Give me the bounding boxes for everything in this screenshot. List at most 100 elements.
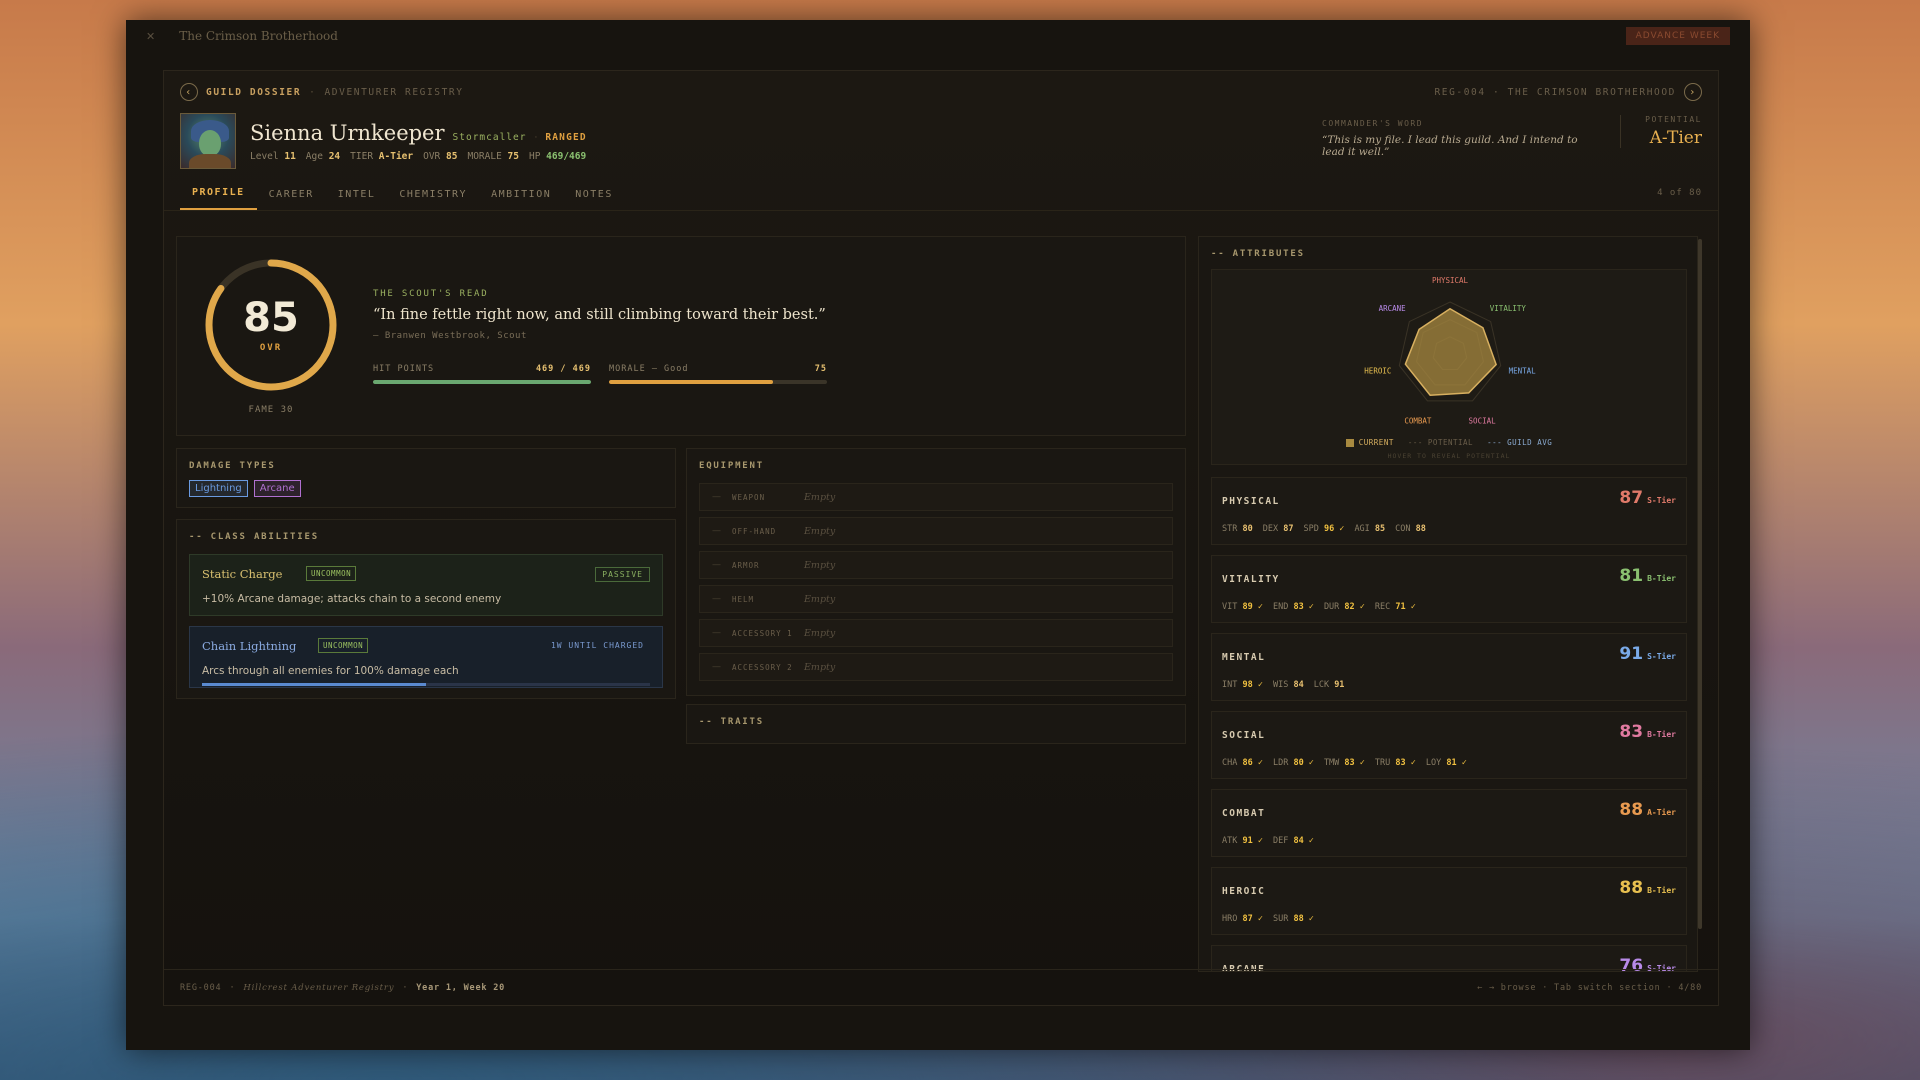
potential: POTENTIAL A-Tier — [1620, 115, 1702, 148]
attribute-radar[interactable]: PHYSICAL VITALITY MENTAL SOCIAL COMBAT HEROIC… — [1211, 269, 1687, 465]
advance-week-button[interactable]: ADVANCE WEEK — [1625, 27, 1730, 45]
footer-reg: REG-004 — [180, 982, 222, 993]
stat-con: CON 88 — [1395, 524, 1426, 534]
stat-agi: AGI 85 — [1354, 524, 1386, 534]
attribute-group-heroic[interactable]: HEROIC 88 B-Tier HRO 87 ✓ SUR 88 ✓ — [1211, 867, 1687, 935]
slot-helm[interactable]: — HELM Empty — [699, 585, 1173, 613]
slot-weapon[interactable]: — WEAPON Empty — [699, 483, 1173, 511]
group-name: HEROIC — [1222, 886, 1266, 897]
game-window: ✕ The Crimson Brotherhood ADVANCE WEEK ‹… — [126, 20, 1750, 1050]
tier-value: A-Tier — [378, 150, 414, 162]
slot-accessory-2[interactable]: — ACCESSORY 2 Empty — [699, 653, 1173, 681]
breadcrumb-separator: · — [309, 86, 317, 98]
radar-axis-label-heroic: HEROIC — [1364, 366, 1391, 375]
charge-status: 1W UNTIL CHARGED — [550, 641, 644, 650]
stat-ldr: LDR 80 ✓ — [1272, 758, 1314, 768]
attribute-group-combat[interactable]: COMBAT 88 A-Tier ATK 91 ✓ DEF 84 ✓ — [1211, 789, 1687, 857]
stat-spd: SPD 96 ✓ — [1303, 524, 1345, 534]
stat-end: END 83 ✓ — [1272, 602, 1314, 612]
group-score: 83 B-Tier — [1619, 722, 1676, 742]
scout-attribution: — Branwen Westbrook, Scout — [373, 331, 527, 341]
equipment-panel: EQUIPMENT — WEAPON Empty — OFF-HAND Empty — A… — [686, 448, 1186, 696]
attribute-group-arcane[interactable]: ARCANE 76 S-Tier — [1211, 945, 1687, 971]
footer-date: Year 1, Week 20 — [416, 982, 506, 993]
age-value: 24 — [328, 150, 341, 162]
hero-role: RANGED — [545, 131, 587, 143]
ovr-ring: 85 OVR — [203, 257, 339, 393]
damage-type-arcane: Arcane — [253, 480, 301, 497]
tab-profile[interactable]: PROFILE — [180, 187, 257, 210]
group-name: PHYSICAL — [1222, 496, 1280, 507]
hit-points-bar: HIT POINTS 469 / 469 — [373, 364, 591, 384]
hero-header: Sienna Urnkeeper Stormcaller · RANGED Le… — [164, 101, 1718, 171]
radar-legend: CURRENT --- POTENTIAL --- GUILD AVG — [1212, 438, 1686, 447]
attributes-scrollbar[interactable] — [1698, 239, 1702, 929]
footer-registry: Hillcrest Adventurer Registry — [243, 982, 395, 993]
potential-value: A-Tier — [1649, 128, 1702, 148]
fame-value: FAME 30 — [248, 405, 294, 415]
stat-dur: DUR 82 ✓ — [1323, 602, 1365, 612]
tab-intel[interactable]: INTEL — [326, 189, 388, 210]
damage-type-lightning: Lightning — [189, 480, 248, 497]
group-stats: VIT 89 ✓ END 83 ✓ DUR 82 ✓ REC 71 ✓ — [1222, 602, 1416, 612]
radar-axis-label-physical: PHYSICAL — [1432, 276, 1469, 285]
traits-panel: -- TRAITS — [686, 704, 1186, 744]
attribute-group-mental[interactable]: MENTAL 91 S-Tier INT 98 ✓ WIS 84 LCK 91 — [1211, 633, 1687, 701]
tab-career[interactable]: CAREER — [257, 189, 326, 210]
group-score: 88 A-Tier — [1619, 800, 1676, 820]
group-stats: ATK 91 ✓ DEF 84 ✓ — [1222, 836, 1314, 846]
morale-bar: MORALE — Good 75 — [609, 364, 827, 384]
slot-off-hand[interactable]: — OFF-HAND Empty — [699, 517, 1173, 545]
ability-chain-lightning[interactable]: Chain Lightning UNCOMMON 1W UNTIL CHARGE… — [189, 626, 663, 688]
tab-ambition[interactable]: AMBITION — [479, 189, 563, 210]
radar-axis-label-arcane: ARCANE — [1379, 304, 1407, 313]
attributes-panel: -- ATTRIBUTES PHYSICAL VITALITY MENTAL SOCI… — [1198, 236, 1698, 972]
hero-class: Stormcaller — [452, 131, 527, 143]
group-stats: STR 80 DEX 87 SPD 96 ✓ AGI 85 CON 88 — [1222, 524, 1426, 534]
guild-dossier-modal: ‹ GUILD DOSSIER · ADVENTURER REGISTRY RE… — [163, 70, 1719, 1006]
avatar — [180, 113, 236, 169]
commanders-word: COMMANDER'S WORD “This is my file. I lea… — [1322, 119, 1582, 158]
prev-adventurer-button[interactable]: ‹ — [180, 83, 198, 101]
stat-cha: CHA 86 ✓ — [1222, 758, 1263, 768]
group-stats: INT 98 ✓ WIS 84 LCK 91 — [1222, 680, 1344, 690]
stat-loy: LOY 81 ✓ — [1425, 758, 1467, 768]
scout-read: THE SCOUT'S READ “In fine fettle right n… — [373, 289, 853, 341]
next-adventurer-button[interactable]: › — [1684, 83, 1702, 101]
group-score: 87 S-Tier — [1619, 488, 1676, 508]
attribute-group-vitality[interactable]: VITALITY 81 B-Tier VIT 89 ✓ END 83 ✓ DUR 82 ✓… — [1211, 555, 1687, 623]
breadcrumb: ‹ GUILD DOSSIER · ADVENTURER REGISTRY RE… — [164, 71, 1718, 101]
stat-int: INT 98 ✓ — [1222, 680, 1263, 690]
footer: REG-004 · Hillcrest Adventurer Registry … — [164, 969, 1718, 1005]
keyboard-hint: ← → browse · Tab switch section · 4/80 — [1477, 982, 1702, 993]
ovr-value: 85 — [446, 150, 458, 162]
ability-static-charge[interactable]: Static Charge UNCOMMON PASSIVE +10% Arca… — [189, 554, 663, 616]
breadcrumb-main: GUILD DOSSIER — [206, 86, 302, 98]
radar-current-shape — [1404, 307, 1497, 397]
rarity-badge: UNCOMMON — [318, 638, 369, 653]
top-bar: ✕ The Crimson Brotherhood ADVANCE WEEK — [126, 20, 1750, 52]
stat-atk: ATK 91 ✓ — [1222, 836, 1263, 846]
group-score: 91 S-Tier — [1619, 644, 1676, 664]
attribute-group-physical[interactable]: PHYSICAL 87 S-Tier STR 80 DEX 87 SPD 96 ✓ AGI … — [1211, 477, 1687, 545]
hit-points-fill — [373, 380, 591, 384]
overview-panel: 85 OVR FAME 30 THE SCOUT'S READ “In fine… — [176, 236, 1186, 436]
stat-tmw: TMW 83 ✓ — [1323, 758, 1365, 768]
hp-value: 469/469 — [546, 150, 587, 162]
morale-fill — [609, 380, 773, 384]
group-score: 81 B-Tier — [1619, 566, 1676, 586]
group-name: MENTAL — [1222, 652, 1266, 663]
section-tabs: PROFILE CAREER INTEL CHEMISTRY AMBITION … — [164, 171, 1718, 211]
stat-str: STR 80 — [1222, 524, 1253, 534]
tab-notes[interactable]: NOTES — [563, 189, 625, 210]
close-icon[interactable]: ✕ — [146, 30, 155, 43]
stat-hro: HRO 87 ✓ — [1222, 914, 1263, 924]
attribute-group-social[interactable]: SOCIAL 83 B-Tier CHA 86 ✓ LDR 80 ✓ TMW 83 ✓ TR… — [1211, 711, 1687, 779]
slot-armor[interactable]: — ARMOR Empty — [699, 551, 1173, 579]
group-name: VITALITY — [1222, 574, 1280, 585]
charge-progress — [202, 683, 650, 686]
slot-accessory-1[interactable]: — ACCESSORY 1 Empty — [699, 619, 1173, 647]
stat-vit: VIT 89 ✓ — [1222, 602, 1263, 612]
tab-chemistry[interactable]: CHEMISTRY — [387, 189, 479, 210]
ovr-label: OVR — [259, 343, 283, 353]
